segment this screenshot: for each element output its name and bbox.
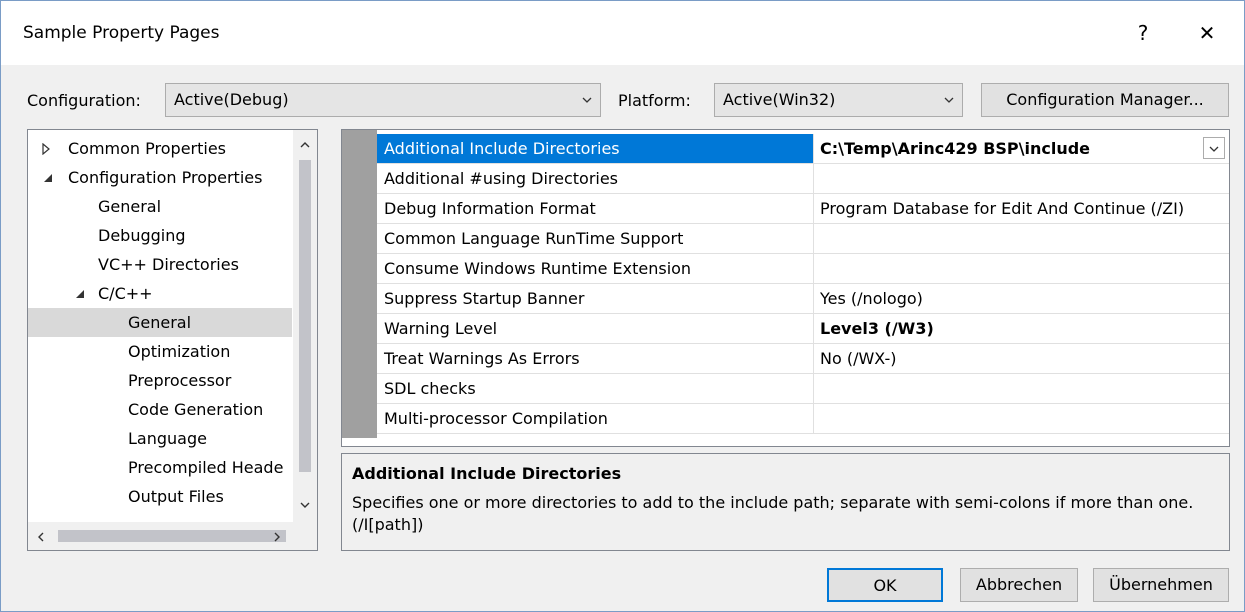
chevron-down-icon — [944, 97, 954, 103]
configuration-value: Active(Debug) — [174, 90, 289, 109]
platform-label: Platform: — [618, 91, 691, 110]
description-panel: Additional Include Directories Specifies… — [341, 453, 1230, 551]
scroll-down-icon[interactable] — [299, 500, 311, 510]
property-name: Multi-processor Compilation — [377, 404, 814, 433]
property-name: Consume Windows Runtime Extension — [377, 254, 814, 283]
property-value[interactable]: C:\Temp\Arinc429 BSP\include — [814, 134, 1229, 163]
property-value[interactable] — [814, 254, 1229, 283]
property-name: Additional #using Directories — [377, 164, 814, 193]
tree-item-cpp[interactable]: C/C++ — [28, 279, 292, 308]
tree-item-label: Optimization — [128, 342, 231, 361]
grid-row-header-gutter — [342, 130, 377, 438]
close-button[interactable]: ✕ — [1187, 15, 1227, 51]
vertical-scroll-thumb[interactable] — [299, 160, 311, 472]
property-value[interactable] — [814, 374, 1229, 403]
tree-item-vc-directories[interactable]: VC++ Directories — [28, 250, 292, 279]
tree-item-output-files[interactable]: Output Files — [28, 482, 292, 511]
property-row-multi-processor-compilation[interactable]: Multi-processor Compilation — [377, 404, 1229, 434]
tree-item-label: Precompiled Heade — [128, 458, 284, 477]
property-value[interactable] — [814, 224, 1229, 253]
ok-button[interactable]: OK — [827, 568, 943, 602]
dialog-title: Sample Property Pages — [23, 23, 220, 43]
tree-item-debugging[interactable]: Debugging — [28, 221, 292, 250]
tree-item-preprocessor[interactable]: Preprocessor — [28, 366, 292, 395]
property-row-consume-winrt-extension[interactable]: Consume Windows Runtime Extension — [377, 254, 1229, 284]
property-row-additional-using-directories[interactable]: Additional #using Directories — [377, 164, 1229, 194]
property-name: Additional Include Directories — [377, 134, 814, 163]
property-row-additional-include-directories[interactable]: Additional Include Directories C:\Temp\A… — [377, 134, 1229, 164]
property-row-debug-information-format[interactable]: Debug Information Format Program Databas… — [377, 194, 1229, 224]
help-button[interactable]: ? — [1123, 15, 1163, 51]
tree-item-label: C/C++ — [98, 284, 153, 303]
platform-value: Active(Win32) — [723, 90, 836, 109]
tree-item-general[interactable]: General — [28, 192, 292, 221]
collapse-arrow-icon[interactable] — [74, 288, 86, 300]
property-pages-dialog: Sample Property Pages ? ✕ Configuration:… — [0, 0, 1245, 612]
horizontal-scroll-thumb[interactable] — [58, 530, 286, 542]
property-tree[interactable]: Common Properties Configuration Properti… — [27, 129, 318, 551]
tree-item-label: Common Properties — [68, 139, 227, 158]
property-row-suppress-startup-banner[interactable]: Suppress Startup Banner Yes (/nologo) — [377, 284, 1229, 314]
property-value[interactable]: No (/WX-) — [814, 344, 1229, 373]
tree-item-common-properties[interactable]: Common Properties — [28, 134, 292, 163]
scroll-up-icon[interactable] — [299, 140, 311, 150]
scroll-left-icon[interactable] — [36, 531, 46, 543]
platform-dropdown[interactable]: Active(Win32) — [714, 83, 963, 117]
cancel-button[interactable]: Abbrechen — [960, 568, 1078, 602]
tree-item-label: General — [98, 197, 162, 216]
tree-item-cpp-general[interactable]: General — [28, 308, 292, 337]
chevron-down-icon — [1209, 146, 1219, 152]
tree-item-language[interactable]: Language — [28, 424, 292, 453]
property-row-clr-support[interactable]: Common Language RunTime Support — [377, 224, 1229, 254]
property-value[interactable]: Level3 (/W3) — [814, 314, 1229, 343]
property-name: SDL checks — [377, 374, 814, 403]
chevron-down-icon — [582, 97, 592, 103]
tree-item-precompiled-headers[interactable]: Precompiled Heade — [28, 453, 292, 482]
configuration-manager-button[interactable]: Configuration Manager... — [981, 83, 1229, 117]
property-name: Warning Level — [377, 314, 814, 343]
tree-item-label: Output Files — [128, 487, 224, 506]
property-name: Common Language RunTime Support — [377, 224, 814, 253]
tree-item-configuration-properties[interactable]: Configuration Properties — [28, 163, 292, 192]
property-value[interactable] — [814, 164, 1229, 193]
tree-item-label: Language — [128, 429, 207, 448]
scroll-right-icon[interactable] — [272, 531, 282, 543]
property-row-warning-level[interactable]: Warning Level Level3 (/W3) — [377, 314, 1229, 344]
value-dropdown-button[interactable] — [1203, 137, 1225, 159]
tree-item-label: Debugging — [98, 226, 186, 245]
tree-vertical-scrollbar[interactable] — [293, 130, 317, 522]
tree-item-optimization[interactable]: Optimization — [28, 337, 292, 366]
property-name: Debug Information Format — [377, 194, 814, 223]
configuration-label: Configuration: — [27, 91, 141, 110]
scrollbar-corner — [293, 522, 317, 550]
tree-item-label: Code Generation — [128, 400, 264, 419]
property-value[interactable]: Program Database for Edit And Continue (… — [814, 194, 1229, 223]
description-title: Additional Include Directories — [352, 464, 622, 483]
property-value[interactable]: Yes (/nologo) — [814, 284, 1229, 313]
configuration-dropdown[interactable]: Active(Debug) — [165, 83, 601, 117]
tree-item-label: VC++ Directories — [98, 255, 239, 274]
tree-item-label: Configuration Properties — [68, 168, 263, 187]
expand-arrow-icon[interactable] — [40, 143, 52, 155]
description-text: Specifies one or more directories to add… — [352, 493, 1219, 534]
property-name: Suppress Startup Banner — [377, 284, 814, 313]
title-bar: Sample Property Pages ? ✕ — [1, 1, 1244, 65]
property-row-sdl-checks[interactable]: SDL checks — [377, 374, 1229, 404]
collapse-arrow-icon[interactable] — [42, 172, 54, 184]
tree-item-label: General — [128, 313, 192, 332]
property-name: Treat Warnings As Errors — [377, 344, 814, 373]
property-row-treat-warnings-as-errors[interactable]: Treat Warnings As Errors No (/WX-) — [377, 344, 1229, 374]
tree-horizontal-scrollbar[interactable] — [28, 522, 317, 550]
tree-item-code-generation[interactable]: Code Generation — [28, 395, 292, 424]
property-grid[interactable]: Additional Include Directories C:\Temp\A… — [341, 129, 1230, 447]
tree-item-label: Preprocessor — [128, 371, 232, 390]
apply-button[interactable]: Übernehmen — [1093, 568, 1229, 602]
property-value[interactable] — [814, 404, 1229, 433]
